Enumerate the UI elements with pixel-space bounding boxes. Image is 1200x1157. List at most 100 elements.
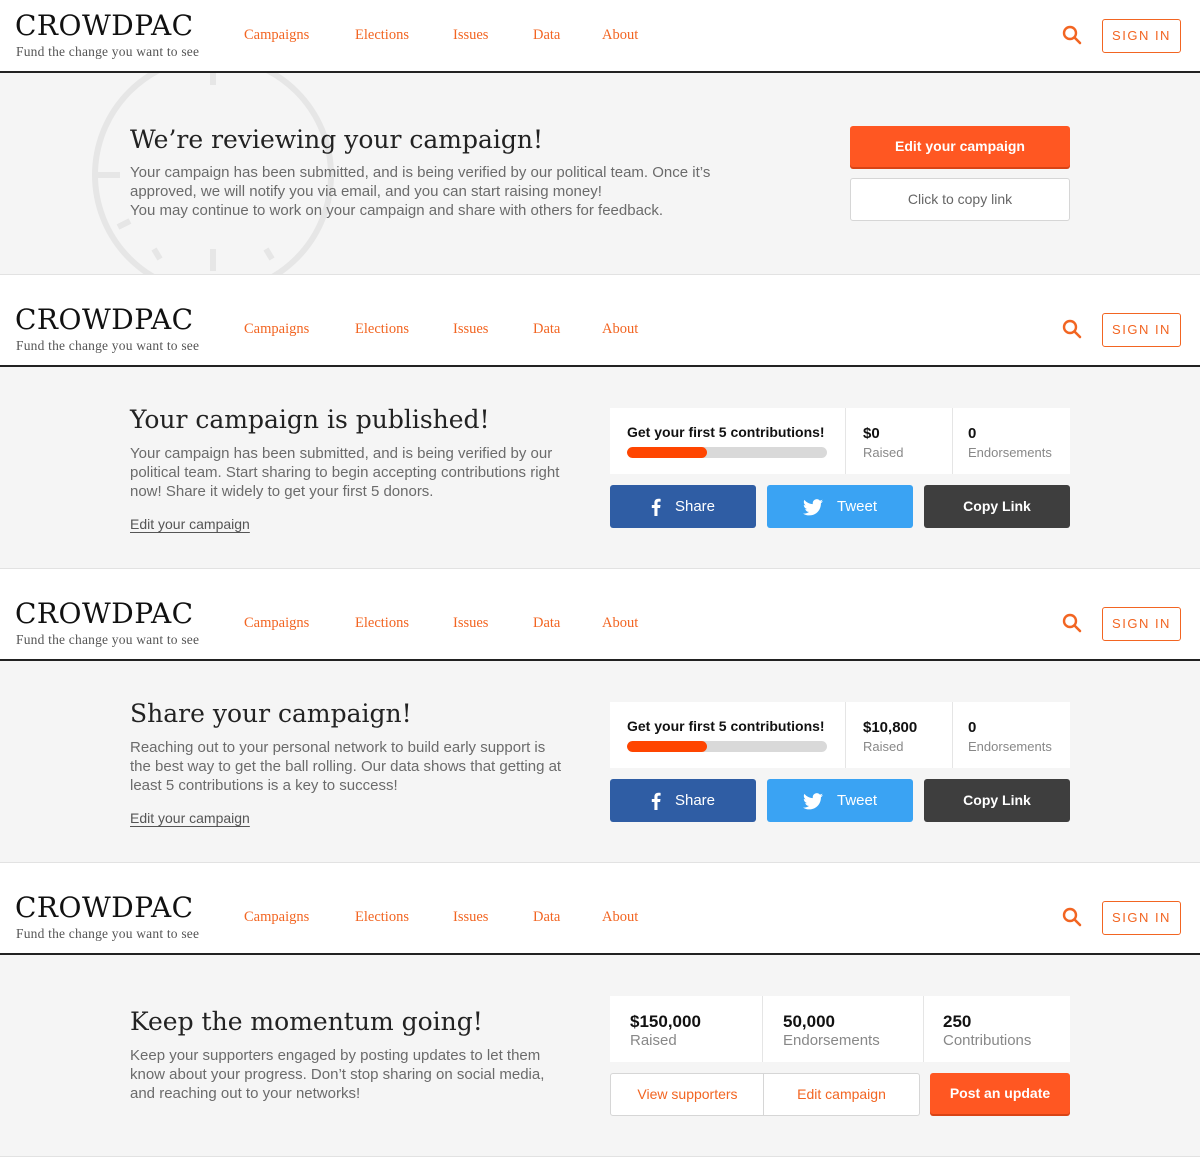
tagline: Fund the change you want to see [16,44,200,59]
nav-issues[interactable]: Issues [453,321,488,338]
tweet-label: Tweet [836,498,878,515]
search-icon[interactable] [1062,25,1082,45]
contribution-progress-bar [627,447,827,458]
contribution-progress-bar [627,741,827,752]
published-title: Your campaign is published! [130,405,490,434]
divider [762,996,763,1062]
goal-label: Get your first 5 contributions! [627,424,825,440]
search-icon[interactable] [1062,613,1082,633]
share-campaign-line: the best way to get the ball rolling. Ou… [130,758,562,775]
endorsements-value: 50,000 [783,1012,835,1031]
endorsements-label: Endorsements [968,739,1052,754]
edit-campaign-link[interactable]: Edit your campaign [130,810,250,826]
contributions-label: Contributions [943,1032,1032,1049]
twitter-icon [802,498,823,515]
edit-campaign-link[interactable]: Edit your campaign [130,516,250,532]
nav-data[interactable]: Data [533,27,560,44]
nav-campaigns[interactable]: Campaigns [244,909,309,926]
copy-link-button[interactable]: Copy Link [924,485,1070,528]
share-campaign-section: CROWDPAC Fund the change you want to see… [0,588,1200,863]
edit-campaign-button[interactable]: Edit campaign [764,1074,919,1115]
published-line: political team. Start sharing to begin a… [130,464,560,481]
momentum-line: know about your progress. Don’t stop sha… [130,1066,545,1083]
nav-issues[interactable]: Issues [453,909,488,926]
published-line: Your campaign has been submitted, and is… [130,445,553,462]
nav-campaigns[interactable]: Campaigns [244,615,309,632]
nav-elections[interactable]: Elections [355,321,409,338]
facebook-icon [651,498,661,517]
copy-link-button[interactable]: Click to copy link [850,178,1070,221]
sign-in-button[interactable]: SIGN IN [1102,607,1181,641]
nav-about[interactable]: About [602,909,638,926]
search-icon[interactable] [1062,907,1082,927]
edit-campaign-button[interactable]: Edit your campaign [850,126,1070,167]
raised-label: Raised [630,1032,677,1049]
nav-about[interactable]: About [602,27,638,44]
share-campaign-description: Reaching out to your personal network to… [130,738,561,795]
share-campaign-line: least 5 contributions is a key to succes… [130,777,398,794]
momentum-title: Keep the momentum going! [130,1007,483,1036]
reviewing-section: CROWDPAC Fund the change you want to see… [0,0,1200,275]
share-label: Share [674,792,716,809]
nav-about[interactable]: About [602,615,638,632]
nav-elections[interactable]: Elections [355,615,409,632]
share-campaign-panel: Share your campaign! Reaching out to you… [0,661,1200,863]
momentum-description: Keep your supporters engaged by posting … [130,1046,544,1103]
facebook-share-button[interactable]: Share [610,779,756,822]
reviewing-line: You may continue to work on your campaig… [130,202,664,219]
share-campaign-line: Reaching out to your personal network to… [130,739,546,756]
campaign-actions-group: View supporters Edit campaign [610,1073,920,1116]
copy-link-button[interactable]: Copy Link [924,779,1070,822]
nav-data[interactable]: Data [533,321,560,338]
twitter-icon [802,792,823,809]
raised-value: $0 [863,425,880,442]
site-header: CROWDPAC Fund the change you want to see… [0,588,1200,661]
nav-data[interactable]: Data [533,909,560,926]
facebook-icon [651,792,661,811]
nav-elections[interactable]: Elections [355,27,409,44]
divider [952,702,953,768]
endorsements-label: Endorsements [783,1032,880,1049]
logo[interactable]: CROWDPAC [15,10,194,42]
momentum-line: and reaching out to your networks! [130,1085,361,1102]
reviewing-panel: We’re reviewing your campaign! Your camp… [0,73,1200,275]
twitter-tweet-button[interactable]: Tweet [767,485,913,528]
nav-data[interactable]: Data [533,615,560,632]
momentum-panel: Keep the momentum going! Keep your suppo… [0,955,1200,1157]
logo[interactable]: CROWDPAC [15,598,194,630]
contributions-value: 250 [943,1012,972,1031]
nav-issues[interactable]: Issues [453,27,488,44]
post-update-button[interactable]: Post an update [930,1073,1070,1114]
momentum-section: CROWDPAC Fund the change you want to see… [0,882,1200,1157]
logo[interactable]: CROWDPAC [15,892,194,924]
published-line: now! Share it widely to get your first 5… [130,483,434,500]
endorsements-value: 0 [968,719,977,736]
logo[interactable]: CROWDPAC [15,304,194,336]
share-label: Share [674,498,716,515]
search-icon[interactable] [1062,319,1082,339]
nav-campaigns[interactable]: Campaigns [244,27,309,44]
raised-label: Raised [863,739,904,754]
endorsements-value: 0 [968,425,977,442]
sign-in-button[interactable]: SIGN IN [1102,19,1181,53]
reviewing-description: Your campaign has been submitted, and is… [130,163,710,220]
nav-elections[interactable]: Elections [355,909,409,926]
view-supporters-button[interactable]: View supporters [611,1074,764,1115]
momentum-line: Keep your supporters engaged by posting … [130,1047,541,1064]
sign-in-button[interactable]: SIGN IN [1102,901,1181,935]
nav-campaigns[interactable]: Campaigns [244,321,309,338]
tagline: Fund the change you want to see [16,632,200,647]
sign-in-button[interactable]: SIGN IN [1102,313,1181,347]
twitter-tweet-button[interactable]: Tweet [767,779,913,822]
stats-card: Get your first 5 contributions! $0 Raise… [610,408,1070,474]
progress-fill [627,447,707,458]
facebook-share-button[interactable]: Share [610,485,756,528]
reviewing-line: Your campaign has been submitted, and is… [130,164,711,181]
reviewing-title: We’re reviewing your campaign! [130,125,544,154]
nav-about[interactable]: About [602,321,638,338]
raised-label: Raised [863,445,904,460]
site-header: CROWDPAC Fund the change you want to see… [0,294,1200,367]
divider [952,408,953,474]
published-panel: Your campaign is published! Your campaig… [0,367,1200,569]
nav-issues[interactable]: Issues [453,615,488,632]
